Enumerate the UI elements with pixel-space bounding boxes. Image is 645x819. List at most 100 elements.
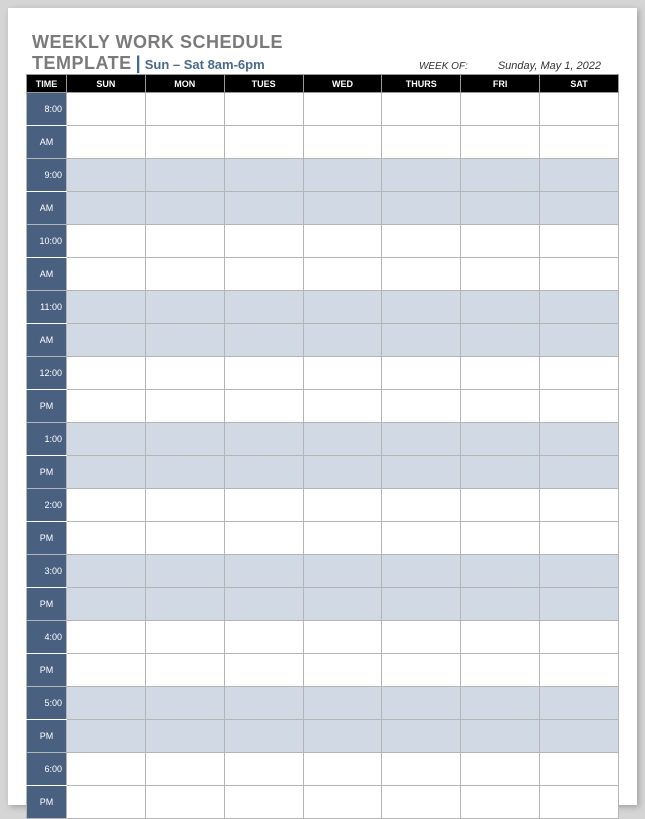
schedule-cell[interactable] xyxy=(145,93,224,126)
schedule-cell[interactable] xyxy=(303,192,382,225)
schedule-cell[interactable] xyxy=(382,456,461,489)
schedule-cell[interactable] xyxy=(67,291,146,324)
schedule-cell[interactable] xyxy=(461,588,540,621)
schedule-cell[interactable] xyxy=(461,357,540,390)
schedule-cell[interactable] xyxy=(461,159,540,192)
schedule-cell[interactable] xyxy=(303,126,382,159)
schedule-cell[interactable] xyxy=(540,456,619,489)
schedule-cell[interactable] xyxy=(382,258,461,291)
schedule-cell[interactable] xyxy=(382,291,461,324)
schedule-cell[interactable] xyxy=(303,357,382,390)
schedule-cell[interactable] xyxy=(303,291,382,324)
schedule-cell[interactable] xyxy=(224,621,303,654)
schedule-cell[interactable] xyxy=(224,786,303,819)
schedule-cell[interactable] xyxy=(224,225,303,258)
schedule-cell[interactable] xyxy=(540,654,619,687)
schedule-cell[interactable] xyxy=(145,258,224,291)
schedule-cell[interactable] xyxy=(461,555,540,588)
schedule-cell[interactable] xyxy=(303,786,382,819)
schedule-cell[interactable] xyxy=(540,555,619,588)
schedule-cell[interactable] xyxy=(382,159,461,192)
schedule-cell[interactable] xyxy=(461,522,540,555)
schedule-cell[interactable] xyxy=(67,489,146,522)
schedule-cell[interactable] xyxy=(67,324,146,357)
schedule-cell[interactable] xyxy=(224,357,303,390)
schedule-cell[interactable] xyxy=(67,456,146,489)
schedule-cell[interactable] xyxy=(382,423,461,456)
schedule-cell[interactable] xyxy=(303,225,382,258)
schedule-cell[interactable] xyxy=(224,753,303,786)
schedule-cell[interactable] xyxy=(145,588,224,621)
schedule-cell[interactable] xyxy=(540,225,619,258)
schedule-cell[interactable] xyxy=(540,687,619,720)
schedule-cell[interactable] xyxy=(382,555,461,588)
schedule-cell[interactable] xyxy=(145,390,224,423)
schedule-cell[interactable] xyxy=(540,93,619,126)
schedule-cell[interactable] xyxy=(224,291,303,324)
schedule-cell[interactable] xyxy=(67,357,146,390)
schedule-cell[interactable] xyxy=(224,258,303,291)
schedule-cell[interactable] xyxy=(382,687,461,720)
schedule-cell[interactable] xyxy=(67,522,146,555)
schedule-cell[interactable] xyxy=(145,621,224,654)
schedule-cell[interactable] xyxy=(145,687,224,720)
schedule-cell[interactable] xyxy=(461,687,540,720)
schedule-cell[interactable] xyxy=(303,93,382,126)
schedule-cell[interactable] xyxy=(461,786,540,819)
schedule-cell[interactable] xyxy=(382,522,461,555)
schedule-cell[interactable] xyxy=(67,555,146,588)
schedule-cell[interactable] xyxy=(67,720,146,753)
schedule-cell[interactable] xyxy=(224,390,303,423)
schedule-cell[interactable] xyxy=(145,555,224,588)
schedule-cell[interactable] xyxy=(224,654,303,687)
schedule-cell[interactable] xyxy=(303,555,382,588)
schedule-cell[interactable] xyxy=(461,324,540,357)
schedule-cell[interactable] xyxy=(382,324,461,357)
schedule-cell[interactable] xyxy=(67,753,146,786)
schedule-cell[interactable] xyxy=(461,423,540,456)
schedule-cell[interactable] xyxy=(382,720,461,753)
schedule-cell[interactable] xyxy=(382,621,461,654)
schedule-cell[interactable] xyxy=(303,588,382,621)
schedule-cell[interactable] xyxy=(461,720,540,753)
schedule-cell[interactable] xyxy=(303,489,382,522)
schedule-cell[interactable] xyxy=(382,786,461,819)
schedule-cell[interactable] xyxy=(461,291,540,324)
schedule-cell[interactable] xyxy=(461,621,540,654)
schedule-cell[interactable] xyxy=(540,258,619,291)
schedule-cell[interactable] xyxy=(145,456,224,489)
schedule-cell[interactable] xyxy=(540,126,619,159)
schedule-cell[interactable] xyxy=(303,159,382,192)
schedule-cell[interactable] xyxy=(145,786,224,819)
schedule-cell[interactable] xyxy=(540,192,619,225)
schedule-cell[interactable] xyxy=(382,390,461,423)
schedule-cell[interactable] xyxy=(461,489,540,522)
schedule-cell[interactable] xyxy=(303,522,382,555)
schedule-cell[interactable] xyxy=(224,588,303,621)
schedule-cell[interactable] xyxy=(67,225,146,258)
schedule-cell[interactable] xyxy=(303,720,382,753)
schedule-cell[interactable] xyxy=(145,192,224,225)
schedule-cell[interactable] xyxy=(382,489,461,522)
schedule-cell[interactable] xyxy=(540,588,619,621)
schedule-cell[interactable] xyxy=(303,687,382,720)
schedule-cell[interactable] xyxy=(224,687,303,720)
schedule-cell[interactable] xyxy=(224,489,303,522)
schedule-cell[interactable] xyxy=(540,390,619,423)
schedule-cell[interactable] xyxy=(224,522,303,555)
schedule-cell[interactable] xyxy=(67,621,146,654)
schedule-cell[interactable] xyxy=(540,159,619,192)
schedule-cell[interactable] xyxy=(224,93,303,126)
schedule-cell[interactable] xyxy=(303,456,382,489)
schedule-cell[interactable] xyxy=(461,753,540,786)
schedule-cell[interactable] xyxy=(145,324,224,357)
schedule-cell[interactable] xyxy=(540,753,619,786)
schedule-cell[interactable] xyxy=(461,126,540,159)
schedule-cell[interactable] xyxy=(145,225,224,258)
schedule-cell[interactable] xyxy=(67,126,146,159)
schedule-cell[interactable] xyxy=(303,324,382,357)
schedule-cell[interactable] xyxy=(224,456,303,489)
schedule-cell[interactable] xyxy=(224,423,303,456)
schedule-cell[interactable] xyxy=(67,588,146,621)
schedule-cell[interactable] xyxy=(145,423,224,456)
